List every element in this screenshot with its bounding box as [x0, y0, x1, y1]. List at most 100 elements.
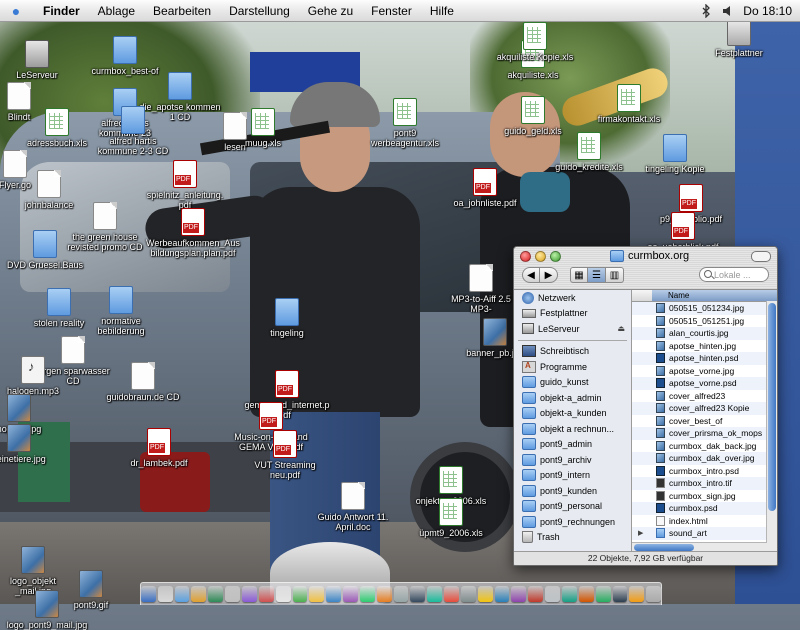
sidebar-item[interactable]: objekt-a_admin [514, 390, 631, 406]
file-row[interactable]: ▶ sound_art [632, 527, 777, 540]
file-row[interactable]: curmbox.psd [632, 502, 777, 515]
finder-window[interactable]: curmbox.org ◀ ▶ ▦ ☰ ▥ Lokale ... Netzwer… [513, 246, 778, 566]
dock-app-icon[interactable] [225, 586, 240, 602]
sidebar-item[interactable]: pont9_personal [514, 499, 631, 515]
zoom-button[interactable] [550, 251, 561, 262]
column-header-name[interactable]: Name [652, 290, 777, 301]
column-view-button[interactable]: ▥ [606, 267, 624, 283]
desktop-icon[interactable]: guido_geld.xls [478, 96, 588, 136]
forward-button[interactable]: ▶ [540, 267, 558, 283]
desktop-icon[interactable]: Werbeaufkommen_Aus bildungsplan.plan.pdf [138, 208, 248, 258]
dock-app-icon[interactable] [427, 586, 443, 602]
minimize-button[interactable] [535, 251, 546, 262]
sidebar-item[interactable]: pont9_archiv [514, 452, 631, 468]
finder-titlebar[interactable]: curmbox.org ◀ ▶ ▦ ☰ ▥ Lokale ... [514, 247, 777, 290]
desktop-icon[interactable]: normative bebilderung [66, 286, 176, 336]
menu-bearbeiten[interactable]: Bearbeiten [144, 4, 220, 18]
file-row[interactable]: 050515_051234.jpg [632, 302, 777, 315]
file-row[interactable]: cover_alfred23 Kopie [632, 402, 777, 415]
desktop-icon[interactable]: curmbox_best-of [70, 36, 180, 76]
dock-app-icon[interactable] [140, 586, 156, 602]
list-view-button[interactable]: ☰ [588, 267, 606, 283]
file-row[interactable]: apotse_hinten.psd [632, 352, 777, 365]
dock-app-icon[interactable] [578, 586, 594, 602]
file-row[interactable]: 050515_051251.jpg [632, 315, 777, 328]
desktop-icon[interactable]: üpmt9_2006.xls [396, 498, 506, 538]
back-button[interactable]: ◀ [522, 267, 540, 283]
desktop-icon[interactable]: oa_johnliste.pdf [430, 168, 540, 208]
dock-app-icon[interactable] [393, 586, 409, 602]
desktop-icon[interactable]: Guido Antwort 11. April.doc [298, 482, 408, 532]
dock-app-icon[interactable] [309, 586, 325, 602]
vertical-scrollbar[interactable] [766, 301, 777, 552]
dock-app-icon[interactable] [545, 586, 561, 602]
desktop-icon[interactable]: Festplattner [684, 18, 794, 58]
dock-app-icon[interactable] [208, 586, 224, 602]
dock-app-icon[interactable] [511, 586, 527, 602]
dock-app-icon[interactable] [343, 586, 358, 602]
menu-fenster[interactable]: Fenster [362, 4, 421, 18]
file-row[interactable]: curmbox_intro.psd [632, 465, 777, 478]
menu-ablage[interactable]: Ablage [89, 4, 144, 18]
dock-app-icon[interactable] [646, 586, 662, 602]
menu-clock[interactable]: Do 18:10 [743, 4, 792, 18]
eject-icon[interactable]: ⏏ [617, 324, 625, 333]
dock-app-icon[interactable] [410, 586, 426, 602]
dock-app-icon[interactable] [376, 586, 392, 602]
sidebar-item[interactable]: Schreibtisch [514, 344, 631, 360]
toolbar-toggle-button[interactable] [751, 251, 771, 262]
sidebar-item[interactable]: Festplattner [514, 306, 631, 322]
sidebar-item[interactable]: Programme [514, 359, 631, 375]
desktop-icon[interactable]: tingeling [232, 298, 342, 338]
close-button[interactable] [520, 251, 531, 262]
menu-hilfe[interactable]: Hilfe [421, 4, 463, 18]
dock-app-icon[interactable] [595, 586, 611, 602]
file-row[interactable]: curmbox_dak_over.jpg [632, 452, 777, 465]
desktop-icon[interactable]: logo_pont9_mail.jpg [0, 590, 102, 630]
dock-app-icon[interactable] [191, 586, 207, 602]
desktop-icon[interactable]: seinetiere.jpg [0, 424, 74, 464]
dock-app-icon[interactable] [157, 586, 173, 602]
sidebar-item[interactable]: pont9_rechnungen [514, 514, 631, 530]
menu-gehe-zu[interactable]: Gehe zu [299, 4, 362, 18]
sidebar-item[interactable]: pont9_admin [514, 437, 631, 453]
desktop-icon[interactable]: VUT Streaming neu.pdf [230, 430, 340, 480]
dock-app-icon[interactable] [241, 586, 257, 602]
disclosure-triangle-icon[interactable]: ▶ [638, 529, 643, 537]
desktop-icon[interactable]: akquiliste Kopie.xls [480, 22, 590, 62]
dock-app-icon[interactable] [477, 586, 493, 602]
apple-menu-icon[interactable]: ● [8, 3, 24, 19]
file-row[interactable]: cover_best_of [632, 415, 777, 428]
dock-app-icon[interactable] [562, 586, 577, 602]
sidebar-item[interactable]: objekt-a_kunden [514, 406, 631, 422]
dock-app-icon[interactable] [612, 586, 628, 602]
menu-finder[interactable]: Finder [34, 4, 89, 18]
sidebar-item[interactable]: LeServeur ⏏ [514, 321, 631, 337]
file-row[interactable]: cover_alfred23 [632, 390, 777, 403]
dock-app-icon[interactable] [359, 586, 375, 602]
desktop-icon[interactable]: halogen.mp3 [0, 356, 88, 396]
sidebar-item[interactable]: Trash [514, 530, 631, 546]
sidebar-item[interactable]: guido_kunst [514, 375, 631, 391]
dock-app-icon[interactable] [326, 586, 342, 602]
sidebar-item[interactable]: objekt a rechnun... [514, 421, 631, 437]
desktop-icon[interactable]: DVD Gruesel.Baus [0, 230, 100, 270]
sidebar-item[interactable]: pont9_kunden [514, 483, 631, 499]
file-row[interactable]: index.html [632, 515, 777, 528]
file-row[interactable]: apotse_hinten.jpg [632, 340, 777, 353]
menu-darstellung[interactable]: Darstellung [220, 4, 299, 18]
search-field[interactable]: Lokale ... [699, 267, 769, 282]
desktop-icon[interactable]: guidobraun.de CD [88, 362, 198, 402]
desktop-icon[interactable]: pont9 werbeagentur.xls [350, 98, 460, 148]
sidebar-item[interactable]: pont9_intern [514, 468, 631, 484]
dock-app-icon[interactable] [292, 586, 308, 602]
desktop-icon[interactable]: dr_lambek.pdf [104, 428, 214, 468]
bluetooth-icon[interactable] [699, 3, 713, 19]
file-row[interactable]: apotse_vorne.jpg [632, 365, 777, 378]
sidebar-item[interactable]: Netzwerk [514, 290, 631, 306]
file-row[interactable]: cover_prirsma_ok_mops [632, 427, 777, 440]
icon-view-button[interactable]: ▦ [570, 267, 588, 283]
dock-app-icon[interactable] [444, 586, 459, 602]
dock-app-icon[interactable] [174, 586, 190, 602]
scroll-thumb[interactable] [768, 303, 776, 511]
